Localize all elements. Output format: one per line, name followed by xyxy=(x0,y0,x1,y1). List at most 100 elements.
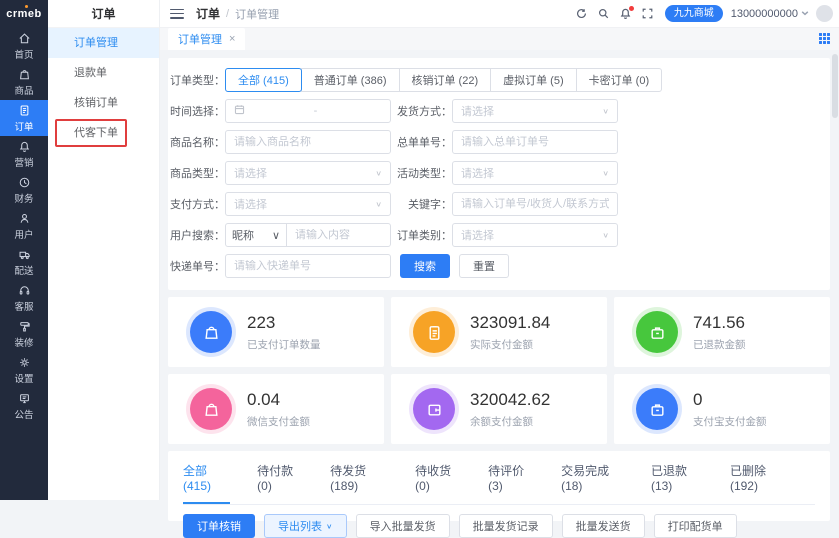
search-button[interactable]: 搜索 xyxy=(400,254,450,278)
reset-button[interactable]: 重置 xyxy=(459,254,509,278)
chevron-down-icon: ∨ xyxy=(602,169,609,178)
paint-roller-icon xyxy=(18,320,31,338)
refresh-icon[interactable] xyxy=(571,3,593,25)
breadcrumb-root[interactable]: 订单 xyxy=(196,5,220,22)
order-type-group: 全部 (415) 普通订单 (386) 核销订单 (22) 虚拟订单 (5) 卡… xyxy=(225,68,662,92)
sidebar-item-notice[interactable]: 公告 xyxy=(0,388,48,424)
submenu-item-refund[interactable]: 退款单 xyxy=(48,58,159,88)
sidebar-item-label: 客服 xyxy=(14,303,33,313)
stat-card-refunded: 741.56 已退款金额 xyxy=(614,297,830,367)
status-tab-deleted[interactable]: 已删除(192) xyxy=(730,451,788,504)
chevron-down-icon: ∨ xyxy=(375,169,382,178)
user-search-input[interactable] xyxy=(295,229,382,241)
app-logo-text: crmeb xyxy=(6,8,42,20)
batch-send-button[interactable]: 批量发送货 xyxy=(562,514,645,538)
order-category-label: 订单类别： xyxy=(391,227,452,243)
order-writeoff-button[interactable]: 订单核销 xyxy=(183,514,255,538)
activity-type-select[interactable]: 请选择 ∨ xyxy=(452,161,618,185)
status-tab-all[interactable]: 全部(415) xyxy=(183,451,230,504)
sidebar-item-label: 首页 xyxy=(14,51,33,61)
fullscreen-icon[interactable] xyxy=(637,3,659,25)
sidebar-item-decorate[interactable]: 装修 xyxy=(0,316,48,352)
status-tab-completed[interactable]: 交易完成(18) xyxy=(561,451,624,504)
product-type-select[interactable]: 请选择 ∨ xyxy=(225,161,391,185)
stat-value: 0 xyxy=(693,390,767,410)
sidebar-item-home[interactable]: 首页 xyxy=(0,28,48,64)
submenu-item-writeoff[interactable]: 核销订单 xyxy=(48,88,159,118)
date-range-picker[interactable]: - xyxy=(225,99,391,123)
pay-method-select[interactable]: 请选择 ∨ xyxy=(225,192,391,216)
sidebar-item-orders[interactable]: 订单 xyxy=(0,100,48,136)
briefcase-icon xyxy=(636,388,678,430)
tab-label: 订单管理 xyxy=(178,31,222,47)
tab-options-grid-icon[interactable] xyxy=(819,33,830,44)
order-type-normal-button[interactable]: 普通订单 (386) xyxy=(301,68,400,92)
express-no-input[interactable] xyxy=(234,260,382,272)
sidebar-item-delivery[interactable]: 配送 xyxy=(0,244,48,280)
chevron-down-icon: ∨ xyxy=(272,229,280,242)
submenu-item-order-manage[interactable]: 订单管理 xyxy=(48,28,159,58)
notification-bell-icon[interactable] xyxy=(615,3,637,25)
print-picking-list-button[interactable]: 打印配货单 xyxy=(654,514,737,538)
sidebar-item-goods[interactable]: 商品 xyxy=(0,64,48,100)
chevron-down-icon: ∨ xyxy=(375,200,382,209)
account-menu[interactable]: 13000000000 xyxy=(731,8,809,20)
sidebar-item-label: 营销 xyxy=(14,159,33,169)
sidebar-item-service[interactable]: 客服 xyxy=(0,280,48,316)
status-tab-unreceived[interactable]: 待收货(0) xyxy=(415,451,461,504)
product-name-input[interactable] xyxy=(234,136,382,148)
vertical-scrollbar[interactable] xyxy=(832,54,838,118)
stat-label: 已退款金额 xyxy=(693,337,746,352)
breadcrumb-current: 订单管理 xyxy=(235,6,279,22)
master-order-field-wrap xyxy=(452,130,618,154)
sidebar-item-users[interactable]: 用户 xyxy=(0,208,48,244)
status-tab-unpaid[interactable]: 待付款(0) xyxy=(257,451,303,504)
status-tab-refunded[interactable]: 已退款(13) xyxy=(651,451,703,504)
order-category-select[interactable]: 请选择 ∨ xyxy=(452,223,618,247)
order-type-label: 订单类型： xyxy=(168,72,225,88)
sidebar-item-label: 用户 xyxy=(14,231,33,241)
page-tab-bar: 订单管理 × xyxy=(160,28,839,50)
stat-label: 已支付订单数量 xyxy=(247,337,321,352)
collapse-menu-icon[interactable] xyxy=(170,9,184,19)
master-order-input[interactable] xyxy=(461,136,609,148)
notification-badge xyxy=(629,6,634,11)
stat-value: 741.56 xyxy=(693,313,746,333)
stat-label: 支付宝支付金额 xyxy=(693,414,767,429)
close-icon[interactable]: × xyxy=(229,33,235,45)
order-type-writeoff-button[interactable]: 核销订单 (22) xyxy=(399,68,492,92)
product-name-label: 商品名称： xyxy=(168,134,225,150)
keyword-field-wrap xyxy=(452,192,618,216)
user-search-type-select[interactable]: 昵称 ∨ xyxy=(225,223,287,247)
sidebar-item-settings[interactable]: 设置 xyxy=(0,352,48,388)
order-action-buttons: 订单核销 导出列表 ∨ 导入批量发货 批量发货记录 批量发送货 打印配货单 xyxy=(183,514,815,538)
order-type-card-button[interactable]: 卡密订单 (0) xyxy=(576,68,663,92)
order-type-virtual-button[interactable]: 虚拟订单 (5) xyxy=(490,68,577,92)
batch-ship-record-button[interactable]: 批量发货记录 xyxy=(459,514,553,538)
submenu-item-proxy-order[interactable]: 代客下单 xyxy=(48,118,159,148)
status-tab-unreviewed[interactable]: 待评价(3) xyxy=(488,451,534,504)
user-search-field-wrap xyxy=(286,223,391,247)
search-icon[interactable] xyxy=(593,3,615,25)
status-tab-unshipped[interactable]: 待发货(189) xyxy=(330,451,388,504)
export-list-button[interactable]: 导出列表 ∨ xyxy=(264,514,347,538)
sidebar-item-label: 配送 xyxy=(14,267,33,277)
stat-card-alipay-paid: 0 支付宝支付金额 xyxy=(614,374,830,444)
import-batch-ship-button[interactable]: 导入批量发货 xyxy=(356,514,450,538)
secondary-sidebar: 订单 订单管理 退款单 核销订单 代客下单 xyxy=(48,0,160,500)
sidebar-item-finance[interactable]: 财务 xyxy=(0,172,48,208)
keyword-input[interactable] xyxy=(461,198,609,210)
order-type-all-button[interactable]: 全部 (415) xyxy=(225,68,302,92)
shop-name-badge[interactable]: 九九商城 xyxy=(665,5,723,22)
user-icon xyxy=(18,212,31,230)
stat-label: 微信支付金额 xyxy=(247,414,310,429)
order-filter-panel: 订单类型： 全部 (415) 普通订单 (386) 核销订单 (22) 虚拟订单… xyxy=(168,58,830,290)
time-select-label: 时间选择： xyxy=(168,103,225,119)
product-type-label: 商品类型： xyxy=(168,165,225,181)
app-logo[interactable]: crmeb xyxy=(0,0,48,28)
tab-order-manage[interactable]: 订单管理 × xyxy=(168,28,245,50)
avatar[interactable] xyxy=(816,5,833,22)
sidebar-item-marketing[interactable]: 营销 xyxy=(0,136,48,172)
delivery-method-select[interactable]: 请选择 ∨ xyxy=(452,99,618,123)
stat-value: 320042.62 xyxy=(470,390,550,410)
